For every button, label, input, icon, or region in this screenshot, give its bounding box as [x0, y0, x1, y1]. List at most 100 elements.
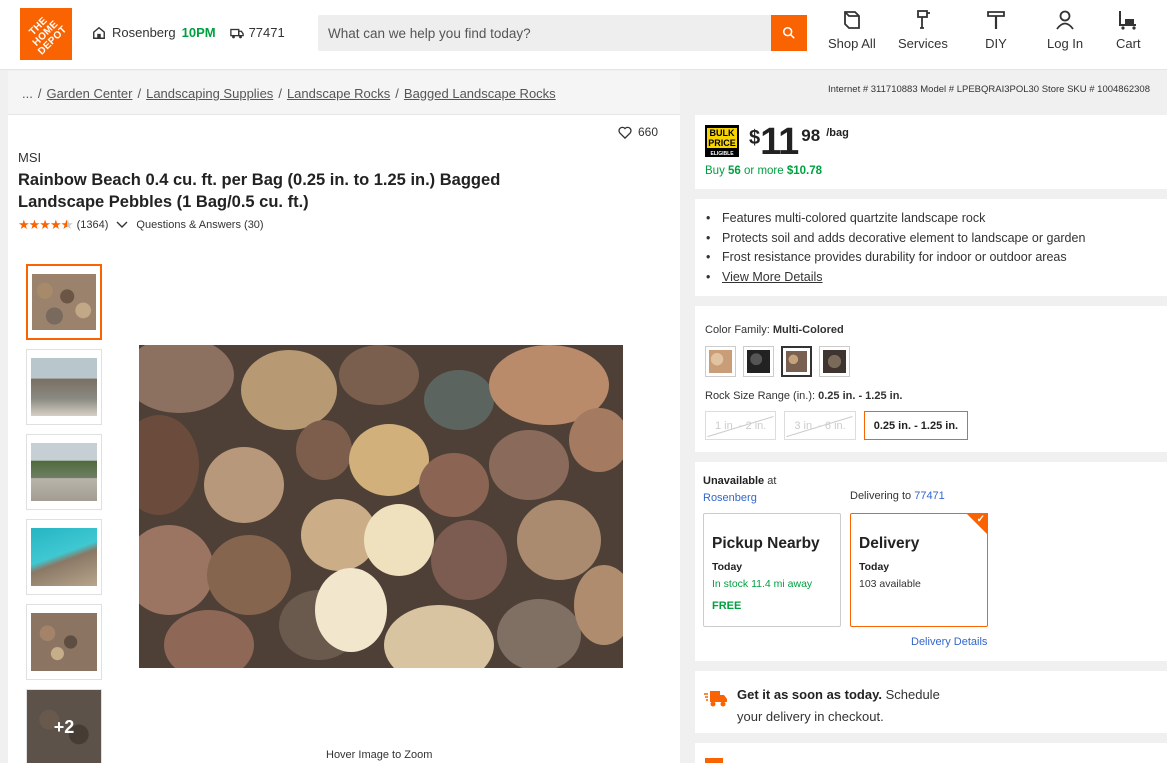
delivering-zip-link[interactable]: 77471	[914, 490, 945, 502]
size-option-1-2[interactable]: 1 in. - 2 in.	[705, 411, 777, 440]
swatch-gray[interactable]	[819, 346, 850, 377]
price-currency: $	[749, 127, 761, 149]
checkmark-icon: ✓	[976, 514, 985, 525]
product-brand[interactable]: MSI	[18, 150, 41, 165]
thumbnail-image	[31, 358, 97, 416]
thumbnail-4[interactable]	[26, 519, 102, 595]
bulk-text: Buy	[705, 165, 725, 177]
thumbnail-image	[31, 443, 97, 501]
view-more-details-link[interactable]: View More Details	[722, 270, 823, 284]
nav-cart[interactable]: Cart	[1116, 8, 1141, 51]
bulk-price: $10.78	[786, 165, 823, 177]
store-name: Rosenberg	[112, 25, 176, 40]
store-hours: 10PM	[181, 25, 216, 40]
chevron-down-icon	[116, 221, 128, 228]
price-dollars: 11	[760, 121, 799, 163]
size-option-025-125[interactable]: 0.25 in. - 1.25 in.	[863, 411, 969, 440]
heart-icon	[618, 126, 632, 139]
thumbnail-image	[31, 613, 97, 671]
search-input[interactable]	[318, 15, 770, 51]
diy-icon	[987, 11, 1005, 29]
swatch-tan[interactable]	[705, 346, 736, 377]
delivery-when: Today	[859, 561, 890, 573]
price-unit: /bag	[826, 127, 849, 139]
features-panel: Features multi-colored quartzite landsca…	[695, 199, 1167, 296]
delivering-label: Delivering to	[850, 490, 912, 502]
delivery-option-card[interactable]: ✓ Delivery Today 103 available	[850, 513, 988, 627]
nav-services[interactable]: Services	[898, 8, 948, 51]
home-depot-logo[interactable]: THE HOME DEPOT	[20, 8, 72, 60]
thumbnail-more[interactable]: +2	[26, 689, 102, 763]
product-rating[interactable]: ★★★★★★ (1364) Questions & Answers (30)	[18, 217, 264, 233]
pickup-price: FREE	[712, 600, 742, 612]
nav-log-in[interactable]: Log In	[1047, 8, 1083, 51]
pickup-store-link[interactable]: Rosenberg	[703, 490, 776, 507]
breadcrumb-bagged-landscape-rocks[interactable]: Bagged Landscape Rocks	[404, 86, 556, 101]
promo-text-line1: Schedule	[885, 687, 940, 702]
user-icon	[1056, 10, 1074, 30]
breadcrumb: ... / Garden Center / Landscaping Supplies / L…	[22, 86, 556, 101]
promo-text-line2: your delivery in checkout.	[737, 709, 884, 724]
nav-shop-all[interactable]: Shop All	[828, 8, 876, 51]
swatch-image	[709, 350, 732, 373]
breadcrumb-landscaping-supplies[interactable]: Landscaping Supplies	[146, 86, 273, 101]
swatch-black[interactable]	[743, 346, 774, 377]
thumbnail-3[interactable]	[26, 434, 102, 510]
pickup-option-card[interactable]: Pickup Nearby Today In stock 11.4 mi awa…	[703, 513, 841, 627]
delivery-stock: 103 available	[859, 578, 921, 590]
search-bar	[318, 15, 807, 51]
thumbnail-5[interactable]	[26, 604, 102, 680]
truck-icon	[229, 28, 244, 38]
unavailable-label: Unavailable	[703, 475, 765, 487]
fulfillment-panel: Unavailable at Rosenberg Delivering to 7…	[695, 462, 1167, 661]
bulk-badge-bottom: ELIGIBLE	[710, 151, 734, 157]
delivery-heading: Delivery	[859, 535, 920, 552]
nav-label: DIY	[985, 36, 1007, 51]
search-icon	[782, 26, 795, 39]
nav-label: Services	[898, 36, 948, 51]
swatch-image	[823, 350, 846, 373]
delivery-details-link[interactable]: Delivery Details	[911, 636, 987, 648]
next-panel-icon	[705, 758, 723, 763]
price-cents: 98	[801, 126, 821, 145]
services-icon	[917, 10, 930, 29]
size-value: 0.25 in. - 1.25 in.	[818, 390, 903, 402]
pickup-stock: In stock 11.4 mi away	[712, 578, 813, 590]
delivering-to: Delivering to 77471	[850, 490, 945, 502]
product-price: $ 11 98 /bag	[749, 123, 849, 161]
breadcrumb-ellipsis[interactable]: ...	[22, 86, 33, 101]
delivery-zip[interactable]: 77471	[229, 25, 285, 40]
feature-item: Frost resistance provides durability for…	[705, 248, 1085, 268]
nav-diy[interactable]: DIY	[984, 8, 1008, 51]
thumbnail-1[interactable]	[26, 264, 102, 340]
swatch-image	[786, 351, 807, 372]
pickup-heading: Pickup Nearby	[712, 535, 820, 552]
pickup-store-info: Unavailable at Rosenberg	[703, 473, 776, 507]
main-product-image[interactable]	[139, 345, 623, 668]
swatch-image	[747, 350, 770, 373]
review-count: (1364)	[76, 219, 109, 231]
logo-text: THE HOME DEPOT	[27, 15, 70, 58]
feature-list: Features multi-colored quartzite landsca…	[705, 209, 1085, 287]
nav-label: Shop All	[828, 36, 876, 51]
bulk-price-line: Buy 56 or more $10.78	[705, 165, 822, 177]
thumbnail-2[interactable]	[26, 349, 102, 425]
swatch-multi-colored[interactable]	[781, 346, 812, 377]
more-images-count: +2	[27, 690, 101, 763]
unavailable-at: at	[767, 475, 777, 487]
breadcrumb-garden-center[interactable]: Garden Center	[46, 86, 132, 101]
options-panel: Color Family: Multi-Colored Rock Size Ra…	[695, 306, 1167, 452]
size-option-3-6[interactable]: 3 in. - 6 in.	[784, 411, 856, 440]
favorite-button[interactable]: 660	[618, 125, 658, 139]
rating-stars: ★★★★★★	[18, 217, 73, 232]
qa-link[interactable]: Questions & Answers (30)	[136, 219, 263, 231]
thumbnail-image	[31, 528, 97, 586]
site-header: THE HOME DEPOT Rosenberg 10PM 77471 Shop…	[0, 0, 1167, 70]
breadcrumb-landscape-rocks[interactable]: Landscape Rocks	[287, 86, 390, 101]
color-label: Color Family:	[705, 324, 770, 336]
hover-zoom-hint: Hover Image to Zoom	[326, 749, 433, 761]
store-selector[interactable]: Rosenberg 10PM 77471	[92, 25, 285, 40]
bulk-mid: or more	[744, 165, 784, 177]
color-swatches	[705, 346, 850, 377]
search-button[interactable]	[771, 15, 807, 51]
